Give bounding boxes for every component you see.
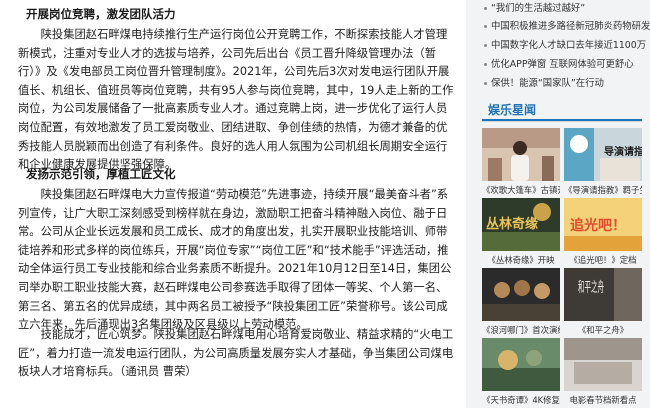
article-body: 开展岗位竞聘，激发团队活力 陕投集团赵石畔煤电持续推行生产运行岗位公开竞聘工作，… <box>0 0 466 408</box>
card-thumbnail-image[interactable] <box>482 338 560 391</box>
card-thumbnail-image[interactable] <box>564 338 642 391</box>
news-item[interactable]: “我们的生活越过越好” <box>466 0 650 18</box>
section-heading-competition: 开展岗位竞聘，激发团队活力 <box>26 7 176 21</box>
paragraph-closing-text: 技能成才，匠心筑梦。陕投集团赵石畔煤电用心培育爱岗敬业、精益求精的“火电工匠”，… <box>18 328 454 379</box>
bullet-icon <box>484 7 487 10</box>
card-thumbnail-image[interactable]: 追光吧！ <box>564 198 642 251</box>
news-item[interactable]: 中国数字化人才缺口去年接近1100万 <box>466 37 650 55</box>
bullet-icon <box>484 82 487 85</box>
paragraph-competition: 陕投集团赵石畔煤电持续推行生产运行岗位公开竞聘工作，不断探索技能人才管理新模式，… <box>18 26 454 175</box>
card-caption[interactable]: 《追光吧！》定档 <box>564 252 642 268</box>
card-caption[interactable]: 《和平之舟》 <box>564 322 642 338</box>
card-thumbnail-image[interactable]: 丛林奇缘 <box>482 198 560 251</box>
card-caption[interactable]: 《天书奇谭》4K修复 <box>482 392 560 408</box>
card-caption[interactable]: 《欢歌大篷车》古镇开唱 <box>482 182 560 198</box>
card-thumbnail-image[interactable]: 导演请指 <box>564 128 642 181</box>
news-link[interactable]: 保供！能源“国家队”在行动 <box>491 75 604 93</box>
section-heading-craftsman: 发扬示范引领，厚植工匠文化 <box>26 167 176 181</box>
card-caption[interactable]: 电影春节档新看点 <box>564 392 642 408</box>
news-item[interactable]: 优化APP弹窗 互联网体验可更舒心 <box>466 56 650 74</box>
sidebar: “我们的生活越过越好” 中国积极推进多路径新冠肺炎药物研发 中国数字化人才缺口去… <box>466 0 650 408</box>
section-divider-thin <box>482 121 642 122</box>
card-thumbnail-image[interactable] <box>482 128 560 181</box>
card-thumbnail-image[interactable] <box>482 268 560 321</box>
paragraph-competition-text: 陕投集团赵石畔煤电持续推行生产运行岗位公开竞聘工作，不断探索技能人才管理新模式，… <box>18 28 454 172</box>
card-thumbnail-image[interactable]: 和平之舟 <box>564 268 642 321</box>
thumb-title-text: 和平之舟 <box>578 280 604 296</box>
paragraph-craftsman: 陕投集团赵石畔煤电大力宣传报道“劳动模范”先进事迹，持续开展“最美奋斗者”系列宣… <box>18 186 454 335</box>
section-title-entertainment[interactable]: 娱乐星闻 <box>488 101 536 118</box>
thumb-title-text: 丛林奇缘 <box>486 216 538 232</box>
bullet-icon <box>484 44 487 47</box>
news-item[interactable]: 保供！能源“国家队”在行动 <box>466 75 650 93</box>
card-caption[interactable]: 《导演请指教》羁子生活 <box>564 182 642 198</box>
card-caption[interactable]: 《丛林奇缘》开映 <box>482 252 560 268</box>
thumb-title-text: 追光吧！ <box>570 217 626 234</box>
paragraph-closing: 技能成才，匠心筑梦。陕投集团赵石畔煤电用心培育爱岗敬业、精益求精的“火电工匠”，… <box>18 326 454 382</box>
bullet-icon <box>484 63 487 66</box>
bullet-icon <box>484 25 487 28</box>
news-link[interactable]: “我们的生活越过越好” <box>491 0 585 18</box>
card-caption[interactable]: 《浪河哪门》首次演绎 <box>482 322 560 338</box>
news-link[interactable]: 中国积极推进多路径新冠肺炎药物研发 <box>491 18 650 36</box>
news-link[interactable]: 优化APP弹窗 互联网体验可更舒心 <box>491 56 634 74</box>
thumb-title-text: 导演请指 <box>604 145 642 158</box>
paragraph-craftsman-text: 陕投集团赵石畔煤电大力宣传报道“劳动模范”先进事迹，持续开展“最美奋斗者”系列宣… <box>18 188 452 332</box>
news-link[interactable]: 中国数字化人才缺口去年接近1100万 <box>491 37 646 55</box>
news-item[interactable]: 中国积极推进多路径新冠肺炎药物研发 <box>466 18 650 36</box>
